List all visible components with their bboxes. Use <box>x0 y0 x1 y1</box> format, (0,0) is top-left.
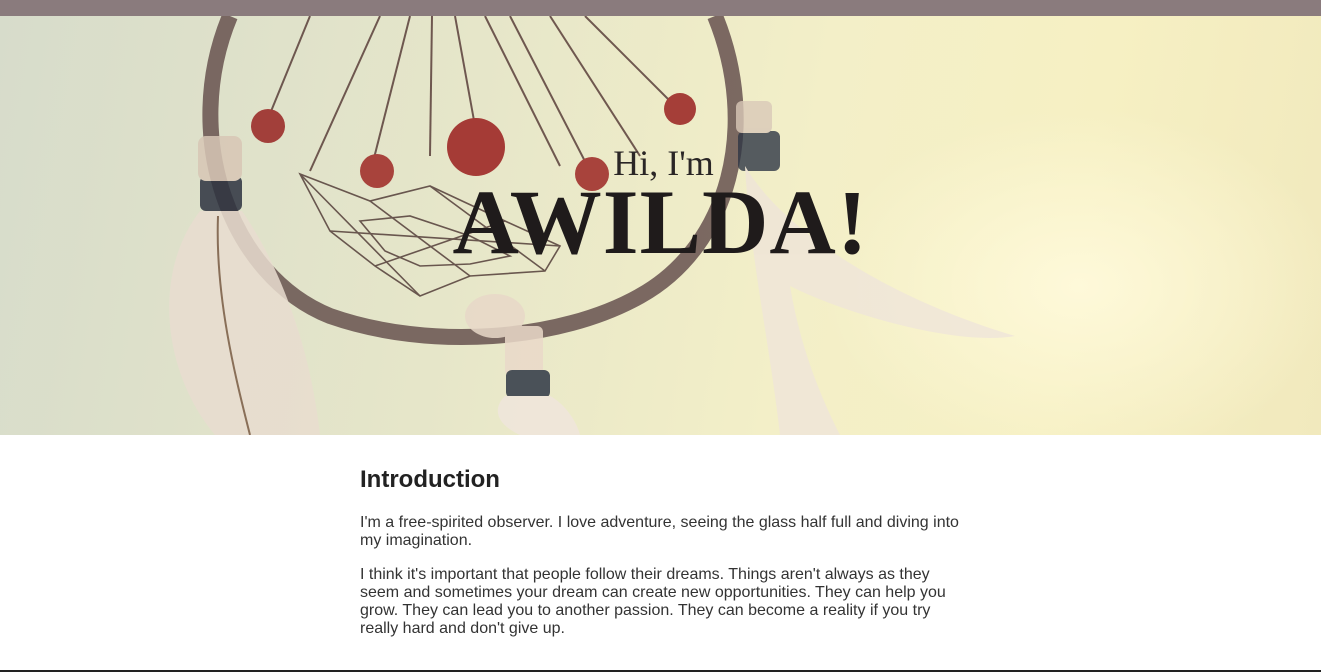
intro-section: Introduction I'm a free-spirited observe… <box>360 466 970 654</box>
intro-heading: Introduction <box>360 466 500 493</box>
hero-banner: Hi, I'm AWILDA! <box>0 16 1321 435</box>
top-bar <box>0 0 1321 16</box>
intro-paragraph-2: I think it's important that people follo… <box>360 566 946 637</box>
intro-paragraph-1: I'm a free-spirited observer. I love adv… <box>360 514 959 549</box>
hero-name: AWILDA! <box>452 171 869 273</box>
